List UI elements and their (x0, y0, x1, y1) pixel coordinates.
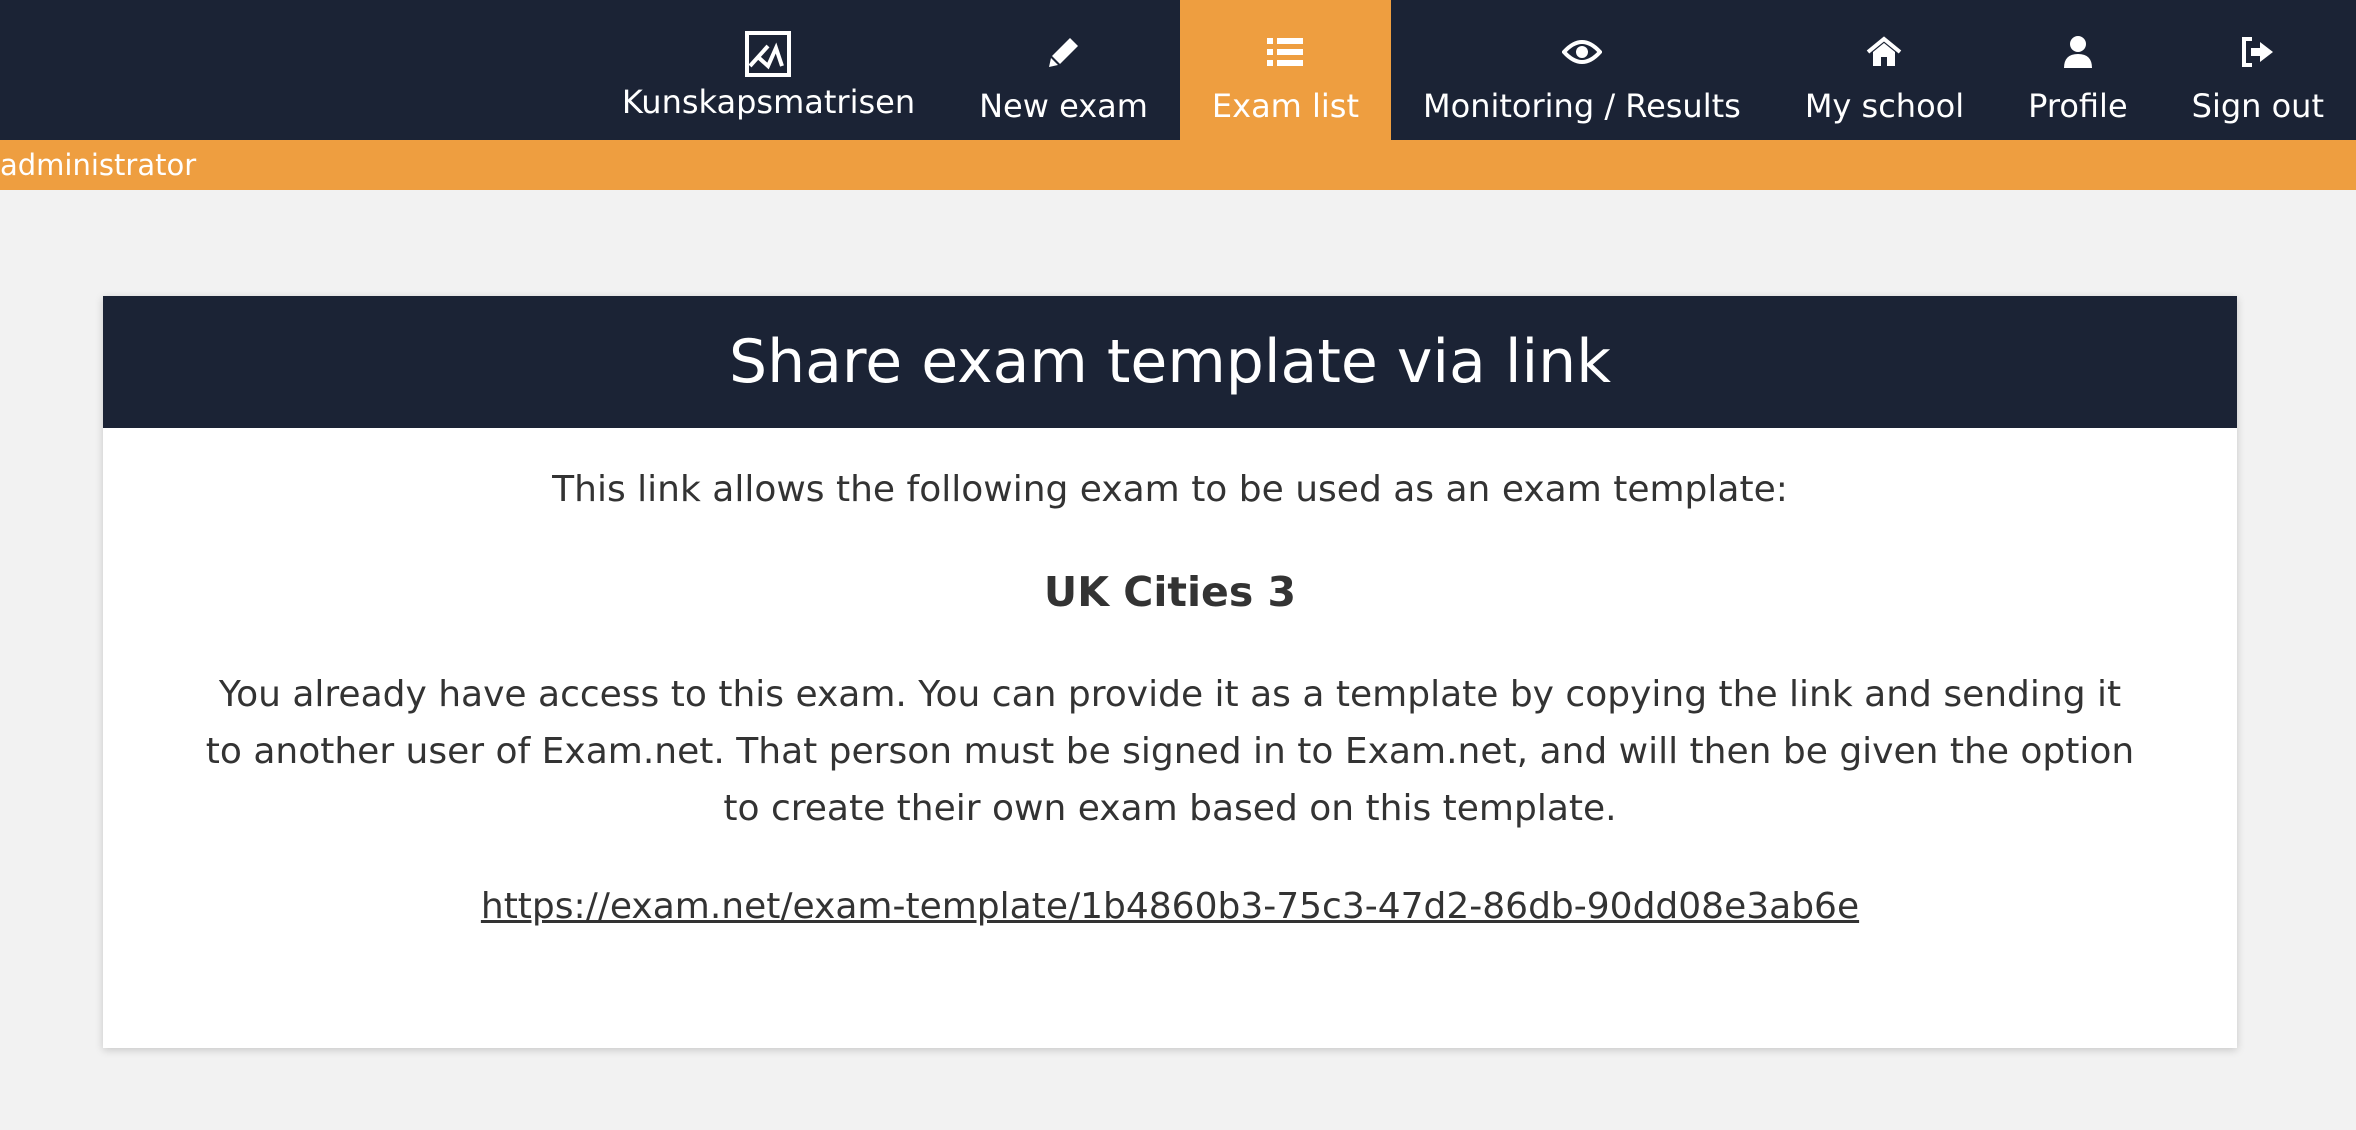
nav-item-my-school[interactable]: My school (1773, 0, 1996, 140)
eye-icon (1561, 32, 1602, 72)
nav-label-exam-list: Exam list (1211, 87, 1360, 125)
exam-name: UK Cities 3 (1043, 568, 1297, 616)
nav-item-monitoring-results[interactable]: Monitoring / Results (1391, 0, 1773, 140)
card-body: This link allows the following exam to b… (103, 462, 2237, 935)
nav-item-profile[interactable]: Profile (1996, 0, 2160, 140)
nav-label-my-school: My school (1804, 87, 1965, 125)
description-text: You already have access to this exam. Yo… (205, 674, 2135, 829)
nav-label-sign-out: Sign out (2191, 87, 2324, 125)
share-template-card: Share exam template via link This link a… (103, 296, 2237, 1048)
sign-out-icon (2240, 32, 2276, 72)
intro-text: This link allows the following exam to b… (552, 469, 1788, 510)
user-icon (2063, 32, 2093, 72)
nav-item-sign-out[interactable]: Sign out (2160, 0, 2356, 140)
kunskapsmatrisen-logo-icon (744, 30, 792, 78)
top-navigation-bar: Kunskapsmatrisen New exam Exam list Moni… (0, 0, 2356, 140)
share-link[interactable]: https://exam.net/exam-template/1b4860b3-… (481, 879, 1859, 935)
nav-items: Kunskapsmatrisen New exam Exam list Moni… (590, 0, 2356, 140)
home-icon (1865, 32, 1903, 72)
list-icon (1266, 32, 1304, 72)
role-bar: administrator (0, 140, 2356, 190)
pencil-icon (1047, 32, 1081, 72)
nav-label-kunskapsmatrisen: Kunskapsmatrisen (621, 83, 916, 121)
nav-item-exam-list[interactable]: Exam list (1179, 0, 1392, 140)
nav-label-monitoring-results: Monitoring / Results (1423, 87, 1741, 125)
nav-label-profile: Profile (2028, 87, 2128, 125)
nav-label-new-exam: New exam (979, 87, 1148, 125)
nav-item-new-exam[interactable]: New exam (947, 0, 1180, 140)
user-role-label: administrator (0, 148, 197, 182)
nav-item-kunskapsmatrisen[interactable]: Kunskapsmatrisen (590, 0, 947, 140)
card-title: Share exam template via link (103, 296, 2237, 428)
